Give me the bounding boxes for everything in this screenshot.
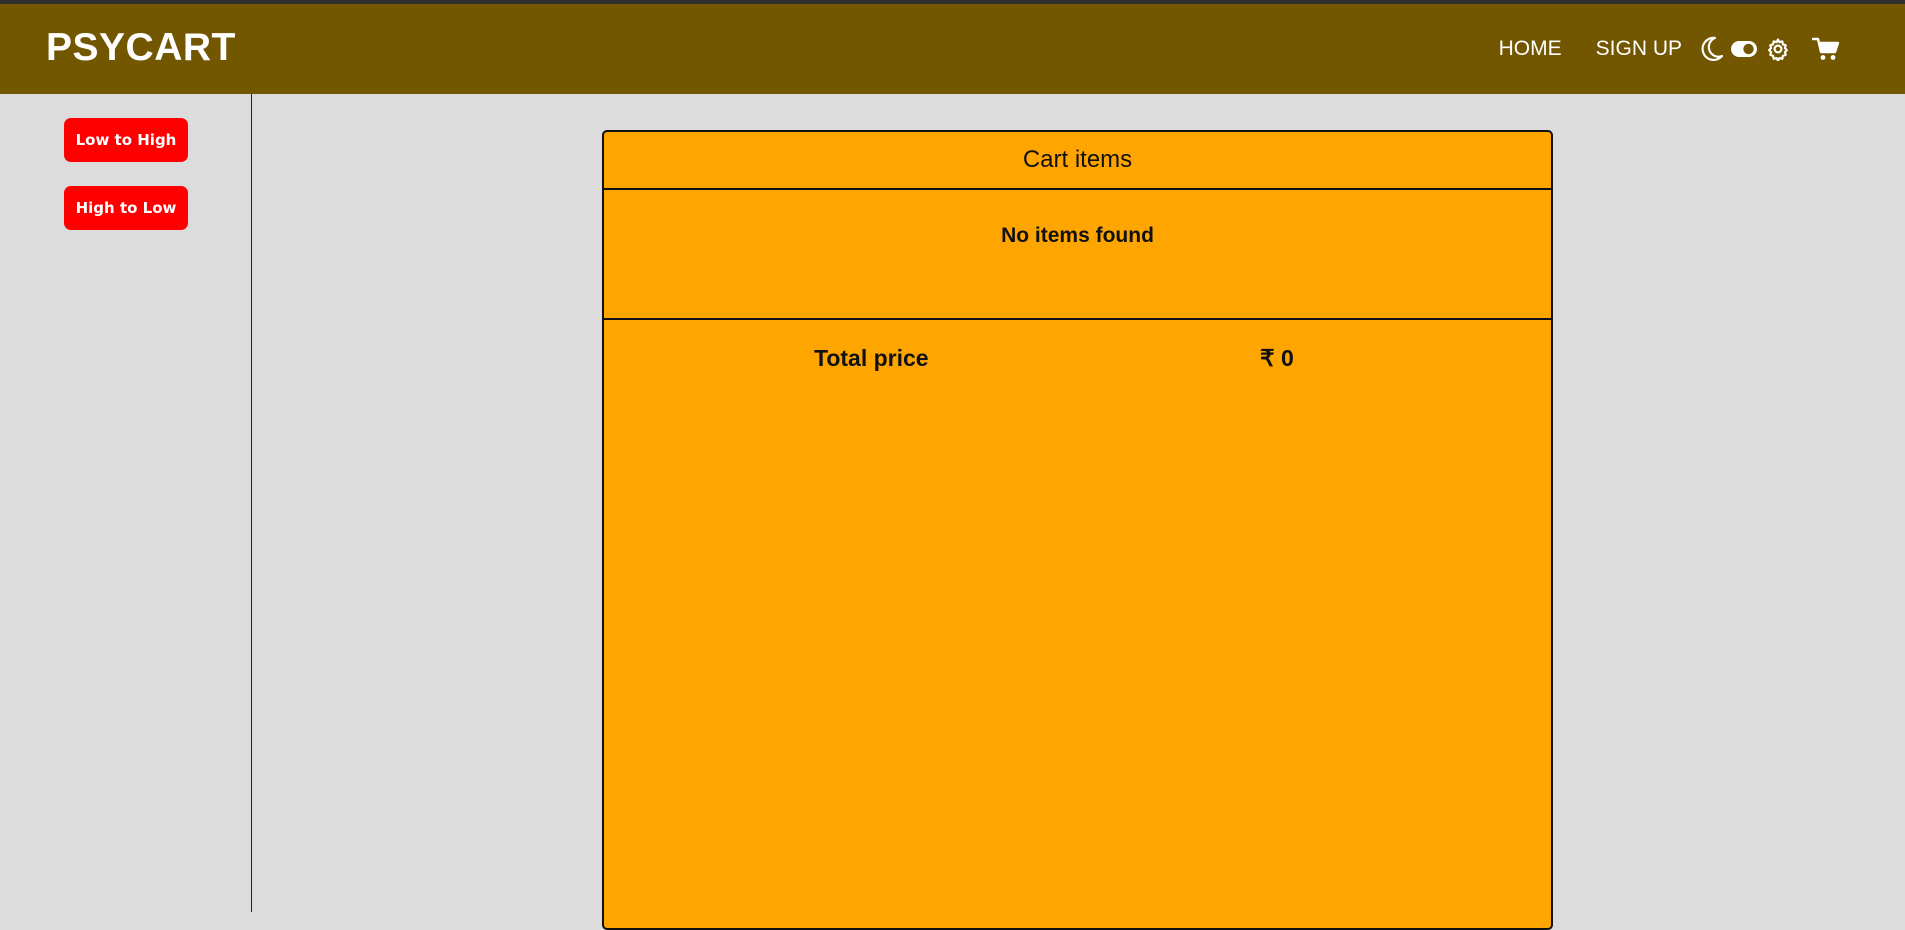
sidebar: Low to High High to Low bbox=[0, 94, 252, 912]
total-price-label: Total price bbox=[814, 345, 929, 371]
cart-header: Cart items bbox=[604, 132, 1551, 190]
moon-icon[interactable] bbox=[1700, 36, 1724, 62]
cart-empty-message: No items found bbox=[604, 190, 1551, 320]
total-price-value: ₹ 0 bbox=[1260, 345, 1294, 371]
cart-card: Cart items No items found Total price ₹ … bbox=[602, 130, 1553, 930]
cart-icon[interactable] bbox=[1812, 36, 1840, 62]
navbar: PSYCART HOME SIGN UP bbox=[0, 4, 1905, 94]
gear-icon[interactable] bbox=[1766, 37, 1790, 61]
nav-links: HOME SIGN UP bbox=[1499, 4, 1840, 94]
nav-signup-link[interactable]: SIGN UP bbox=[1596, 37, 1682, 61]
brand-logo[interactable]: PSYCART bbox=[46, 26, 236, 70]
nav-home-link[interactable]: HOME bbox=[1499, 37, 1562, 61]
sort-high-to-low-button[interactable]: High to Low bbox=[64, 186, 188, 230]
total-row: Total price ₹ 0 bbox=[604, 320, 1551, 392]
toggle-icon[interactable] bbox=[1730, 40, 1758, 58]
sort-low-to-high-button[interactable]: Low to High bbox=[64, 118, 188, 162]
